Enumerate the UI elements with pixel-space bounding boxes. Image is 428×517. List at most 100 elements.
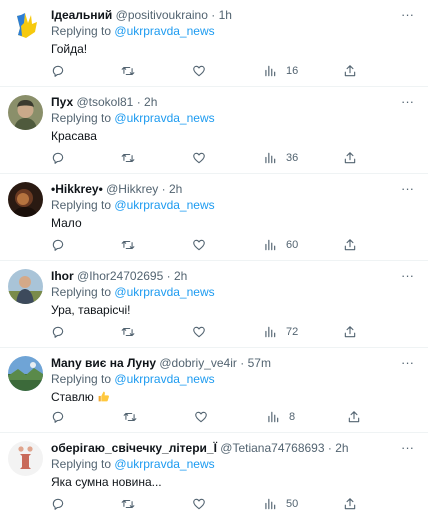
- portrait-avatar-icon: [8, 95, 43, 130]
- share-button[interactable]: [347, 408, 361, 426]
- avatar[interactable]: [8, 8, 43, 43]
- share-button[interactable]: [343, 149, 357, 167]
- author-handle[interactable]: @dobriy_ve4ir: [159, 356, 237, 370]
- author-handle[interactable]: @Hikkrey: [106, 182, 158, 196]
- share-icon: [344, 498, 356, 510]
- more-options-icon[interactable]: ···: [401, 269, 414, 282]
- more-options-icon[interactable]: ···: [401, 182, 414, 195]
- share-button[interactable]: [343, 495, 357, 513]
- mention-link[interactable]: @ukrpravda_news: [114, 111, 214, 125]
- mention-link[interactable]: @ukrpravda_news: [114, 457, 214, 471]
- reply-text: Ура, таварісчі!: [51, 303, 131, 317]
- share-button[interactable]: [343, 62, 357, 80]
- mention-link[interactable]: @ukrpravda_news: [114, 198, 214, 212]
- repost-button[interactable]: [121, 495, 135, 513]
- timestamp[interactable]: 2h: [174, 269, 187, 283]
- author-name[interactable]: Пух: [51, 95, 73, 109]
- mention-link[interactable]: @ukrpravda_news: [114, 24, 214, 38]
- separator-dot: ·: [327, 441, 332, 455]
- avatar[interactable]: [8, 441, 43, 476]
- author-name[interactable]: Ihor: [51, 269, 74, 283]
- reply-button[interactable]: [51, 62, 65, 80]
- separator-dot: ·: [166, 269, 171, 283]
- avatar[interactable]: [8, 182, 43, 217]
- share-icon: [344, 326, 356, 338]
- views-button[interactable]: 36: [263, 149, 298, 167]
- reply-button[interactable]: [51, 495, 65, 513]
- author-handle[interactable]: @tsokol81: [76, 95, 133, 109]
- avatar[interactable]: [8, 95, 43, 130]
- like-icon: [195, 411, 207, 423]
- like-button[interactable]: [192, 62, 206, 80]
- more-options-icon[interactable]: ···: [401, 441, 414, 454]
- timestamp[interactable]: 2h: [144, 95, 157, 109]
- share-button[interactable]: [343, 236, 357, 254]
- avatar[interactable]: [8, 356, 43, 391]
- mention-link[interactable]: @ukrpravda_news: [114, 372, 214, 386]
- share-icon: [348, 411, 360, 423]
- more-options-icon[interactable]: ···: [401, 356, 414, 369]
- repost-button[interactable]: [123, 408, 137, 426]
- reply-text-line: Ставлю: [51, 389, 416, 406]
- views-button[interactable]: 8: [266, 408, 295, 426]
- views-button[interactable]: 72: [263, 323, 298, 341]
- reply-text: Красава: [51, 129, 97, 143]
- replying-label: Replying to: [51, 457, 112, 471]
- reply-item[interactable]: Many виє на Луну @dobriy_ve4ir · 57m Rep…: [0, 348, 428, 433]
- like-button[interactable]: [194, 408, 208, 426]
- views-count: 60: [286, 239, 299, 251]
- replying-to: Replying to @ukrpravda_news: [51, 456, 416, 473]
- share-icon: [344, 152, 356, 164]
- replying-to: Replying to @ukrpravda_news: [51, 284, 416, 301]
- more-options-icon[interactable]: ···: [401, 95, 414, 108]
- thumbs-up-emoji-icon: [98, 391, 110, 402]
- avatar[interactable]: [8, 269, 43, 304]
- separator-dot: ·: [136, 95, 141, 109]
- more-options-icon[interactable]: ···: [401, 8, 414, 21]
- separator-dot: ·: [240, 356, 245, 370]
- views-icon: [265, 498, 276, 510]
- reply-item[interactable]: Пух @tsokol81 · 2h Replying to @ukrpravd…: [0, 87, 428, 174]
- repost-icon: [121, 240, 135, 250]
- repost-icon: [121, 66, 135, 76]
- flag-hand-avatar-icon: [8, 8, 43, 43]
- author-handle[interactable]: @Ihor24702695: [77, 269, 163, 283]
- repost-button[interactable]: [121, 323, 135, 341]
- action-bar: 60: [51, 236, 428, 254]
- author-name[interactable]: Ідеальний: [51, 8, 112, 22]
- timestamp[interactable]: 57m: [248, 356, 271, 370]
- repost-button[interactable]: [121, 62, 135, 80]
- views-button[interactable]: 16: [263, 62, 298, 80]
- author-handle[interactable]: @positivoukraino: [116, 8, 208, 22]
- repost-button[interactable]: [121, 149, 135, 167]
- timestamp[interactable]: 2h: [169, 182, 182, 196]
- timestamp[interactable]: 1h: [219, 8, 232, 22]
- reply-button[interactable]: [51, 408, 65, 426]
- views-count: 36: [286, 152, 299, 164]
- author-name[interactable]: •Hikkrey•: [51, 182, 103, 196]
- like-button[interactable]: [192, 495, 206, 513]
- views-count: 16: [286, 65, 299, 77]
- author-name[interactable]: оберігаю_свічечку_літери_Ї: [51, 441, 217, 455]
- reply-item[interactable]: оберігаю_свічечку_літери_Ї @Tetiana74768…: [0, 433, 428, 517]
- like-button[interactable]: [192, 236, 206, 254]
- share-button[interactable]: [343, 323, 357, 341]
- repost-button[interactable]: [121, 236, 135, 254]
- like-button[interactable]: [192, 149, 206, 167]
- mention-link[interactable]: @ukrpravda_news: [114, 285, 214, 299]
- timestamp[interactable]: 2h: [335, 441, 348, 455]
- reply-item[interactable]: •Hikkrey• @Hikkrey · 2h Replying to @ukr…: [0, 174, 428, 261]
- like-button[interactable]: [192, 323, 206, 341]
- reply-item[interactable]: Ihor @Ihor24702695 · 2h Replying to @ukr…: [0, 261, 428, 348]
- author-handle[interactable]: @Tetiana74768693: [220, 441, 324, 455]
- author-name[interactable]: Many виє на Луну: [51, 356, 156, 370]
- like-icon: [193, 498, 205, 510]
- reply-button[interactable]: [51, 323, 65, 341]
- reply-item[interactable]: Ідеальний @positivoukraino · 1h Replying…: [0, 0, 428, 87]
- views-button[interactable]: 60: [263, 236, 298, 254]
- reply-icon: [52, 65, 64, 77]
- views-button[interactable]: 50: [263, 495, 298, 513]
- reply-button[interactable]: [51, 236, 65, 254]
- reply-button[interactable]: [51, 149, 65, 167]
- action-bar: 36: [51, 149, 428, 167]
